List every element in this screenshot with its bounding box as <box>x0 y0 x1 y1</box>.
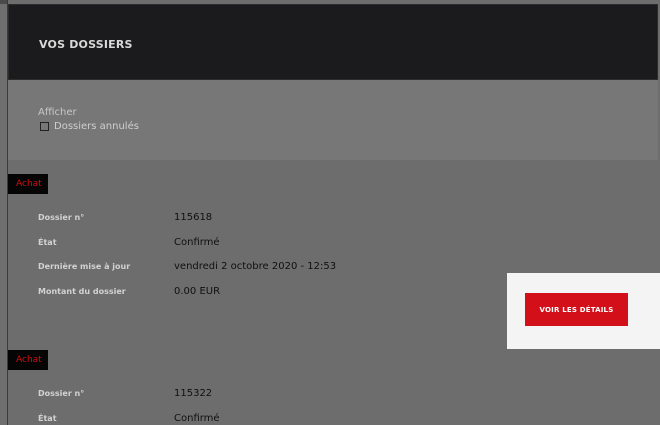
row-value: vendredi 2 octobre 2020 - 12:53 <box>174 260 337 272</box>
row-value: 115322 <box>174 387 213 399</box>
row-label: État <box>38 413 57 423</box>
dossier-updated-row: Dernière mise à jour vendredi 2 octobre … <box>38 259 336 273</box>
row-value: 0.00 EUR <box>174 285 221 297</box>
page-header: VOS DOSSIERS <box>8 4 658 80</box>
details-panel: VOIR LES DÉTAILS <box>507 273 660 349</box>
row-label: Dossier n° <box>38 212 85 222</box>
row-label: Dernière mise à jour <box>38 261 131 271</box>
dossier-type-badge: Achat <box>8 350 48 370</box>
dossier-number-row: Dossier n° 115618 <box>38 210 212 224</box>
dossier-state-row: État Confirmé <box>38 235 220 249</box>
filter-section: Afficher Dossiers annulés <box>8 80 658 160</box>
dossier-type-badge: Achat <box>8 174 48 194</box>
filter-label: Afficher <box>38 107 77 118</box>
dossier-amount-row: Montant du dossier 0.00 EUR <box>38 284 220 298</box>
row-label: État <box>38 237 57 247</box>
row-value: 115618 <box>174 211 213 223</box>
row-value: Confirmé <box>174 236 220 248</box>
cancelled-filter-toggle[interactable]: Dossiers annulés <box>40 121 139 132</box>
row-label: Montant du dossier <box>38 286 126 296</box>
row-label: Dossier n° <box>38 388 85 398</box>
cancelled-checkbox[interactable] <box>40 122 49 131</box>
page-title: VOS DOSSIERS <box>39 38 133 51</box>
row-value: Confirmé <box>174 412 220 424</box>
dossier-state-row: État Confirmé <box>38 411 220 425</box>
view-details-button[interactable]: VOIR LES DÉTAILS <box>525 293 628 326</box>
dossier-number-row: Dossier n° 115322 <box>38 386 212 400</box>
cancelled-checkbox-label[interactable]: Dossiers annulés <box>54 121 139 132</box>
dossier-card: Achat Dossier n° 115322 État Confirmé <box>8 336 658 425</box>
